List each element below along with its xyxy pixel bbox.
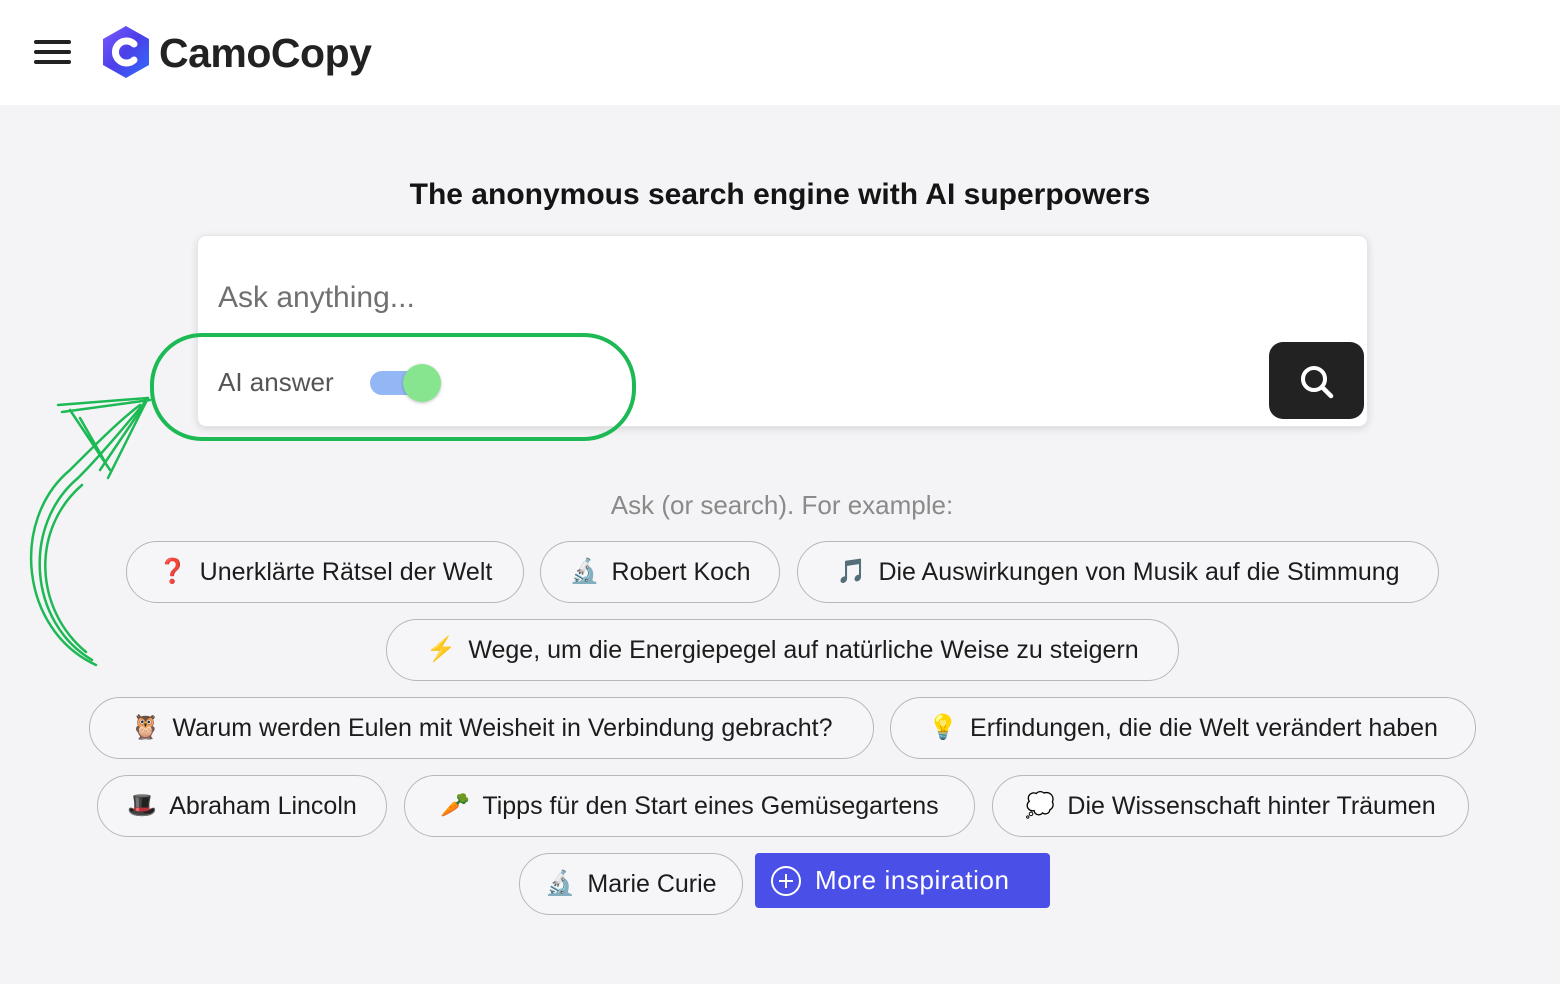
example-chip-label: Tipps für den Start eines Gemüsegartens — [482, 791, 939, 820]
more-inspiration-label: More inspiration — [815, 865, 1010, 895]
example-chip[interactable]: 💡 Erfindungen, die die Welt verändert ha… — [890, 697, 1476, 759]
example-chip-label: Warum werden Eulen mit Weisheit in Verbi… — [172, 713, 833, 742]
light-bulb-icon: 💡 — [928, 714, 958, 741]
search-card: AI answer — [197, 235, 1368, 427]
example-chip[interactable]: 💭 Die Wissenschaft hinter Träumen — [992, 775, 1469, 837]
example-chip-label: Abraham Lincoln — [169, 791, 357, 820]
examples-label: Ask (or search). For example: — [610, 490, 954, 520]
thought-bubble-icon: 💭 — [1025, 792, 1056, 819]
camocopy-logo-icon[interactable] — [98, 24, 154, 80]
owl-icon: 🦉 — [130, 714, 161, 741]
search-button[interactable] — [1269, 342, 1364, 419]
example-chip-label: Die Wissenschaft hinter Träumen — [1067, 791, 1436, 820]
page-tagline: The anonymous search engine with AI supe… — [409, 178, 1151, 211]
search-icon — [1301, 366, 1334, 399]
example-chip[interactable]: 🔬 Robert Koch — [540, 541, 780, 603]
example-chip[interactable]: 🎩 Abraham Lincoln — [97, 775, 387, 837]
top-hat-icon: 🎩 — [127, 792, 158, 819]
toggle-knob — [403, 364, 441, 402]
example-chip[interactable]: 🎵 Die Auswirkungen von Musik auf die Sti… — [797, 541, 1439, 603]
example-chip[interactable]: 🥕 Tipps für den Start eines Gemüsegarten… — [404, 775, 975, 837]
carrot-icon: 🥕 — [440, 792, 471, 819]
hamburger-menu-icon[interactable] — [34, 38, 72, 66]
example-chip[interactable]: ❓ Unerklärte Rätsel der Welt — [126, 541, 524, 603]
more-inspiration-button[interactable]: More inspiration — [755, 853, 1050, 908]
example-chip-label: Unerklärte Rätsel der Welt — [199, 557, 493, 586]
ai-answer-toggle[interactable] — [370, 364, 441, 402]
example-chip[interactable]: 🔬 Marie Curie — [519, 853, 743, 915]
search-input[interactable] — [218, 274, 1338, 322]
example-chip[interactable]: ⚡ Wege, um die Energiepegel auf natürlic… — [386, 619, 1179, 681]
microscope-icon: 🔬 — [545, 870, 576, 897]
annotation-arrow-icon — [29, 396, 152, 667]
plus-circle-icon — [771, 865, 801, 896]
music-note-icon: 🎵 — [836, 558, 867, 585]
microscope-icon: 🔬 — [569, 558, 600, 585]
lightning-icon: ⚡ — [426, 636, 457, 663]
question-mark-icon: ❓ — [157, 558, 188, 585]
example-chip-label: Robert Koch — [611, 557, 751, 586]
example-chip-label: Erfindungen, die die Welt verändert habe… — [970, 713, 1438, 742]
brand-name[interactable]: CamoCopy — [159, 29, 372, 77]
top-bar: CamoCopy — [0, 0, 1560, 105]
example-chip[interactable]: 🦉 Warum werden Eulen mit Weisheit in Ver… — [89, 697, 874, 759]
example-chip-label: Marie Curie — [587, 869, 717, 898]
example-chip-label: Die Auswirkungen von Musik auf die Stimm… — [878, 557, 1400, 586]
ai-answer-label: AI answer — [218, 367, 334, 397]
example-chip-label: Wege, um die Energiepegel auf natürliche… — [468, 635, 1139, 664]
